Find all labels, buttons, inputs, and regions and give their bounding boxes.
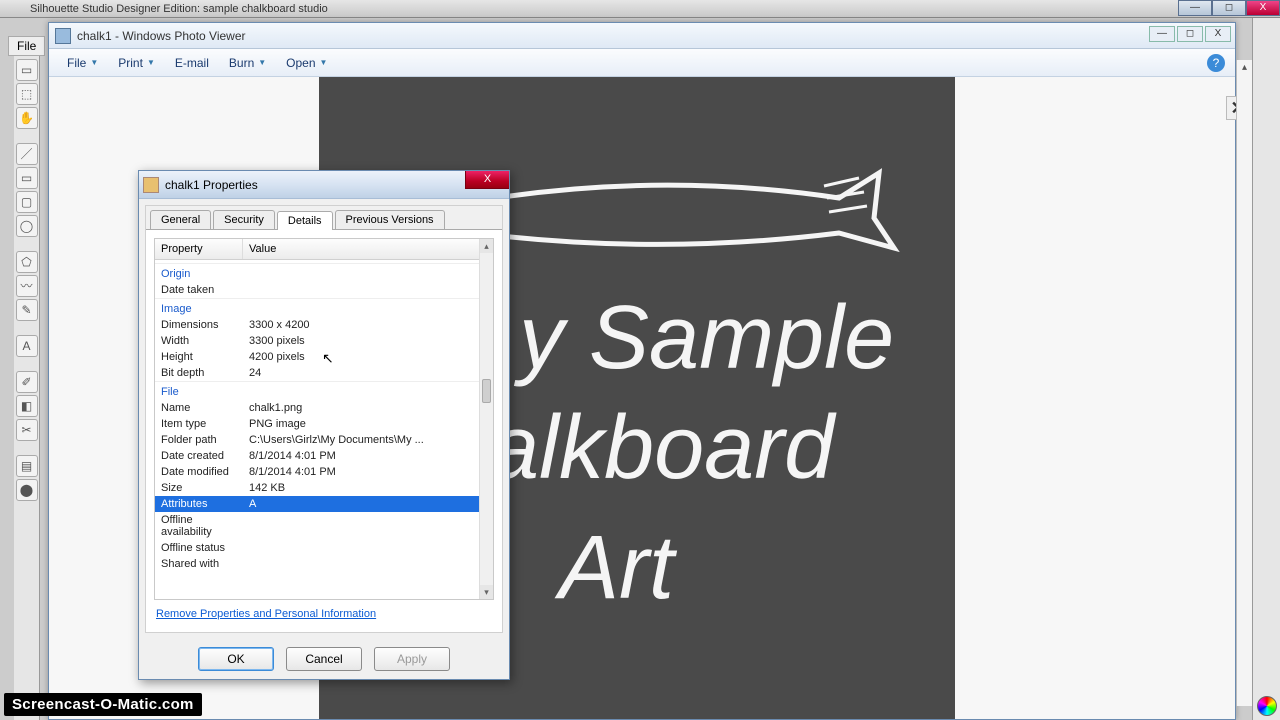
vertical-scrollbar[interactable]: ▴ — [1236, 60, 1252, 706]
pv-app-icon — [55, 28, 71, 44]
remove-properties-link[interactable]: Remove Properties and Personal Informati… — [154, 600, 494, 624]
bg-min-button[interactable]: — — [1178, 0, 1212, 16]
tool-knife-icon[interactable]: ✂ — [16, 419, 38, 441]
section-image: Image — [155, 299, 243, 317]
pv-menu-burn[interactable]: Burn▼ — [221, 54, 274, 72]
row-bit-depth[interactable]: Bit depth24 — [155, 365, 479, 381]
dlg-button-row: OK Cancel Apply — [139, 639, 509, 679]
cancel-button[interactable]: Cancel — [286, 647, 362, 671]
file-menu-label[interactable]: File — [8, 36, 45, 56]
row-name[interactable]: Namechalk1.png — [155, 400, 479, 416]
row-date-created[interactable]: Date created8/1/2014 4:01 PM — [155, 448, 479, 464]
left-toolbar: ▭ ⬚ ✋ ／ ▭ ▢ ◯ ⬠ 〰 ✎ A ✐ ◧ ✂ ▤ ⬤ — [14, 56, 40, 720]
tool-library-icon[interactable]: ▤ — [16, 455, 38, 477]
tool-ellipse-icon[interactable]: ◯ — [16, 215, 38, 237]
svg-text:alkboard: alkboard — [489, 398, 837, 498]
chevron-down-icon: ▼ — [320, 58, 328, 67]
pv-menu-file[interactable]: File▼ — [59, 54, 106, 72]
row-size[interactable]: Size142 KB — [155, 480, 479, 496]
tool-rect-icon[interactable]: ▭ — [16, 167, 38, 189]
row-item-type[interactable]: Item typePNG image — [155, 416, 479, 432]
grid-scrollbar[interactable]: ▴ ▾ — [479, 239, 493, 599]
properties-grid: Property Value Origin Date taken Image D… — [154, 238, 494, 600]
row-offline-status[interactable]: Offline status — [155, 540, 479, 556]
tool-eraser-icon[interactable]: ◧ — [16, 395, 38, 417]
pv-min-button[interactable]: — — [1149, 26, 1175, 42]
tool-new-icon[interactable]: ▭ — [16, 59, 38, 81]
pv-menu-print[interactable]: Print▼ — [110, 54, 163, 72]
dlg-tabs: General Security Details Previous Versio… — [146, 206, 502, 229]
svg-text:y Sample: y Sample — [513, 288, 894, 388]
scroll-up-icon[interactable]: ▴ — [480, 239, 493, 253]
row-date-modified[interactable]: Date modified8/1/2014 4:01 PM — [155, 464, 479, 480]
pv-menu-open[interactable]: Open▼ — [278, 54, 335, 72]
pv-titlebar[interactable]: chalk1 - Windows Photo Viewer — ◻ X — [49, 23, 1235, 49]
chevron-down-icon: ▼ — [147, 58, 155, 67]
hdr-value[interactable]: Value — [243, 239, 493, 259]
background-app-title: Silhouette Studio Designer Edition: samp… — [30, 3, 328, 15]
tool-eyedrop-icon[interactable]: ✐ — [16, 371, 38, 393]
dlg-close-button[interactable]: X — [465, 171, 509, 189]
row-folder-path[interactable]: Folder pathC:\Users\Girlz\My Documents\M… — [155, 432, 479, 448]
right-toolbar — [1252, 18, 1280, 720]
row-dimensions[interactable]: Dimensions3300 x 4200 — [155, 317, 479, 333]
apply-button[interactable]: Apply — [374, 647, 450, 671]
dlg-titlebar[interactable]: chalk1 Properties X — [139, 171, 509, 199]
scroll-down-icon[interactable]: ▾ — [480, 585, 493, 599]
row-date-taken[interactable]: Date taken — [155, 282, 479, 298]
row-width[interactable]: Width3300 pixels — [155, 333, 479, 349]
section-file: File — [155, 382, 243, 400]
tab-general[interactable]: General — [150, 210, 211, 229]
properties-dialog: chalk1 Properties X General Security Det… — [138, 170, 510, 680]
color-wheel-icon[interactable] — [1257, 696, 1277, 716]
row-attributes[interactable]: AttributesA — [155, 496, 479, 512]
tool-roundrect-icon[interactable]: ▢ — [16, 191, 38, 213]
pv-help-icon[interactable]: ? — [1207, 54, 1225, 72]
bg-max-button[interactable]: ◻ — [1212, 0, 1246, 16]
dlg-title-text: chalk1 Properties — [165, 178, 258, 192]
tool-polygon-icon[interactable]: ⬠ — [16, 251, 38, 273]
tool-select-icon[interactable]: ⬚ — [16, 83, 38, 105]
pv-max-button[interactable]: ◻ — [1177, 26, 1203, 42]
pv-menubar: File▼ Print▼ E-mail Burn▼ Open▼ ? — [49, 49, 1235, 77]
tab-details[interactable]: Details — [277, 211, 333, 230]
row-height[interactable]: Height4200 pixels — [155, 349, 479, 365]
bg-close-button[interactable]: X — [1246, 0, 1280, 16]
tab-security[interactable]: Security — [213, 210, 275, 229]
watermark-brand: Screencast-O-Matic.com — [4, 693, 202, 716]
row-offline-availability[interactable]: Offline availability — [155, 512, 479, 540]
tool-store-icon[interactable]: ⬤ — [16, 479, 38, 501]
grid-header: Property Value — [155, 239, 493, 260]
tool-line-icon[interactable]: ／ — [16, 143, 38, 165]
svg-text:Art: Art — [554, 518, 678, 618]
tool-curve-icon[interactable]: 〰 — [16, 275, 38, 297]
pv-close-button[interactable]: X — [1205, 26, 1231, 42]
tool-freehand-icon[interactable]: ✎ — [16, 299, 38, 321]
dlg-file-icon — [143, 177, 159, 193]
tool-hand-icon[interactable]: ✋ — [16, 107, 38, 129]
chevron-down-icon: ▼ — [90, 58, 98, 67]
hdr-property[interactable]: Property — [155, 239, 243, 259]
background-app-titlebar: Silhouette Studio Designer Edition: samp… — [0, 0, 1280, 18]
scroll-up-icon[interactable]: ▴ — [1237, 60, 1252, 76]
chevron-down-icon: ▼ — [258, 58, 266, 67]
tool-text-icon[interactable]: A — [16, 335, 38, 357]
scroll-thumb[interactable] — [482, 379, 491, 403]
ok-button[interactable]: OK — [198, 647, 274, 671]
pv-menu-email[interactable]: E-mail — [167, 54, 217, 72]
tab-previous-versions[interactable]: Previous Versions — [335, 210, 445, 229]
row-shared-with[interactable]: Shared with — [155, 556, 479, 572]
section-origin: Origin — [155, 264, 243, 282]
pv-title-text: chalk1 - Windows Photo Viewer — [77, 29, 246, 43]
